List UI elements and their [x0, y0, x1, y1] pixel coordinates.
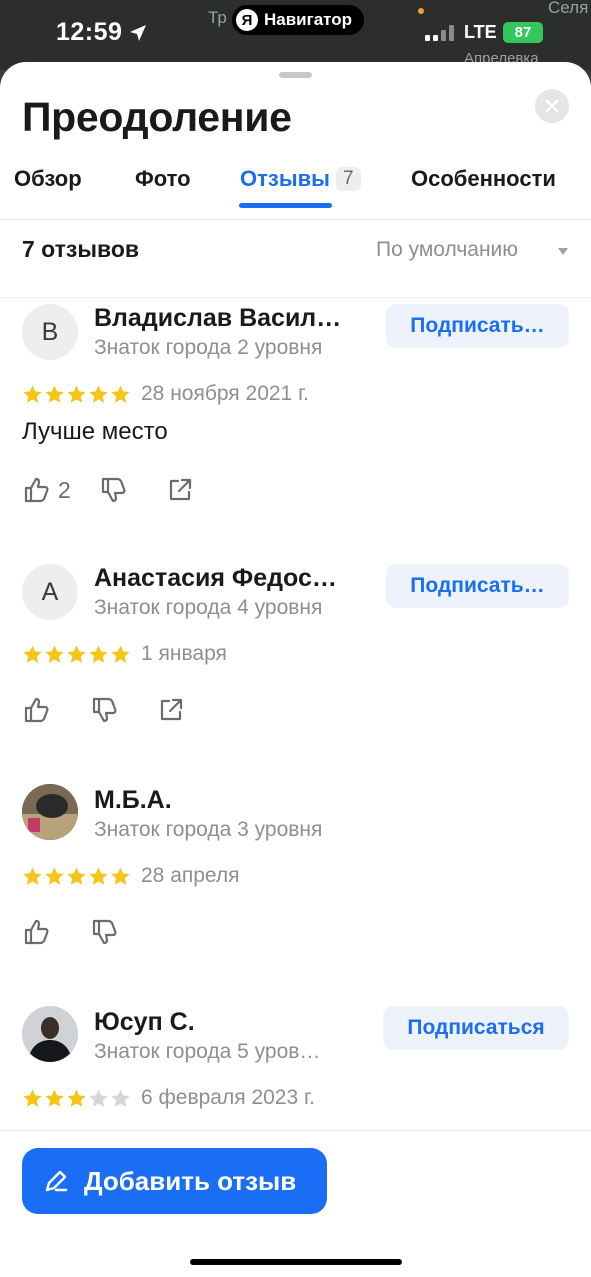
location-arrow-icon: [130, 25, 146, 41]
review-author-level: Знаток города 5 уров…: [94, 1040, 321, 1063]
rating-stars: [22, 866, 131, 888]
review-text: Лучше место: [22, 418, 168, 445]
rating-stars: [22, 644, 131, 666]
place-tabs: Обзор Фото Отзывы 7 Особенности: [0, 162, 591, 220]
navigator-label: Навигатор: [264, 10, 353, 29]
star-icon: [67, 867, 86, 885]
star-icon: [89, 867, 108, 885]
star-icon: [23, 867, 42, 885]
thumbs-up-icon[interactable]: [22, 695, 52, 725]
battery-indicator: 87: [503, 22, 543, 43]
tab-features[interactable]: Особенности: [411, 166, 556, 192]
thumbs-down-icon[interactable]: [90, 695, 120, 725]
star-icon: [111, 645, 130, 663]
home-indicator[interactable]: [190, 1259, 402, 1265]
status-time: 12:59: [56, 18, 123, 46]
star-icon: [23, 385, 42, 403]
map-label: Тр: [208, 8, 227, 27]
star-icon: [45, 385, 64, 403]
star-icon: [111, 1089, 130, 1107]
navigator-return-pill[interactable]: Я Навигатор: [232, 5, 365, 35]
review-author-level: Знаток города 2 уровня: [94, 336, 323, 359]
thumbs-down-icon[interactable]: [99, 475, 129, 505]
avatar[interactable]: [22, 1006, 78, 1062]
subscribe-button[interactable]: Подписаться: [383, 1006, 569, 1050]
status-bar: Тр Селя Апрелевка 12:59 Я Навигатор LTE …: [0, 0, 591, 70]
pencil-icon: [45, 1170, 68, 1192]
review-author[interactable]: Анастасия Федос…: [94, 564, 337, 593]
active-tab-indicator: [239, 203, 332, 208]
star-icon: [111, 867, 130, 885]
user-photo: [22, 1006, 78, 1062]
review-date: 1 января: [141, 642, 227, 665]
review-author[interactable]: Владислав Васил…: [94, 304, 341, 333]
avatar[interactable]: [22, 784, 78, 840]
tab-overview[interactable]: Обзор: [14, 166, 82, 192]
star-icon: [23, 1089, 42, 1107]
review-actions: 2: [22, 474, 195, 506]
tab-photos[interactable]: Фото: [135, 166, 191, 192]
close-button[interactable]: [535, 89, 569, 123]
star-icon: [45, 645, 64, 663]
review-date: 6 февраля 2023 г.: [141, 1086, 315, 1109]
rating-stars: [22, 384, 131, 406]
thumbs-down-icon[interactable]: [90, 917, 120, 947]
star-icon: [67, 645, 86, 663]
review-date: 28 ноября 2021 г.: [141, 382, 309, 405]
star-icon: [23, 645, 42, 663]
map-marker: [418, 8, 424, 14]
share-icon[interactable]: [165, 475, 195, 505]
sheet-grabber[interactable]: [279, 72, 312, 78]
add-review-label: Добавить отзыв: [84, 1165, 297, 1196]
star-icon: [45, 867, 64, 885]
place-sheet: Преодоление Обзор Фото Отзывы 7 Особеннос…: [0, 62, 591, 1277]
signal-icon: [425, 25, 454, 41]
star-icon: [67, 385, 86, 403]
close-icon: [545, 99, 559, 113]
place-title: Преодоление: [22, 94, 292, 140]
user-photo: [22, 784, 78, 840]
like-count: 2: [58, 476, 71, 503]
add-review-button[interactable]: Добавить отзыв: [22, 1148, 327, 1214]
star-icon: [89, 645, 108, 663]
avatar[interactable]: А: [22, 564, 78, 620]
map-label: Селя: [548, 0, 589, 17]
reviews-count: 7 отзывов: [22, 236, 140, 262]
reviews-header: 7 отзывов По умолчанию: [0, 220, 591, 298]
thumbs-up-icon[interactable]: [22, 917, 52, 947]
caret-down-icon[interactable]: [558, 248, 568, 255]
review-author[interactable]: М.Б.А.: [94, 786, 172, 815]
star-icon: [111, 385, 130, 403]
share-icon[interactable]: [156, 695, 186, 725]
tab-reviews-count: 7: [335, 167, 361, 191]
star-icon: [89, 385, 108, 403]
review-date: 28 апреля: [141, 864, 240, 887]
thumbs-up-icon[interactable]: [22, 475, 52, 505]
rating-stars: [22, 1088, 131, 1110]
star-icon: [89, 1089, 108, 1107]
star-icon: [45, 1089, 64, 1107]
subscribe-button[interactable]: Подписать…: [386, 304, 569, 348]
review-actions: [22, 916, 120, 948]
tab-reviews-label: Отзывы: [240, 166, 330, 191]
divider: [0, 1130, 591, 1131]
review-actions: [22, 694, 186, 726]
avatar[interactable]: В: [22, 304, 78, 360]
review-author[interactable]: Юсуп С.: [94, 1008, 195, 1037]
star-icon: [67, 1089, 86, 1107]
review-author-level: Знаток города 4 уровня: [94, 596, 323, 619]
sort-dropdown[interactable]: По умолчанию: [376, 238, 518, 262]
network-type: LTE: [464, 22, 497, 42]
subscribe-button[interactable]: Подписать…: [386, 564, 569, 608]
yandex-logo-icon: Я: [236, 9, 258, 31]
review-author-level: Знаток города 3 уровня: [94, 818, 323, 841]
tab-reviews[interactable]: Отзывы 7: [240, 166, 361, 192]
